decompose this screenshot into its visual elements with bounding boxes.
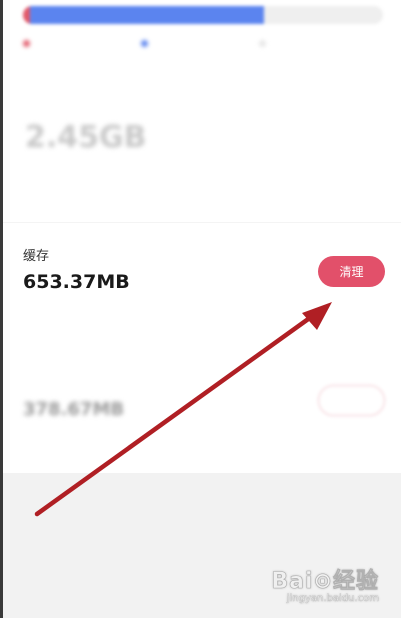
legend-item xyxy=(23,40,35,47)
usage-bar-segment-red xyxy=(23,6,31,24)
watermark-url: jingyan.baidu.com xyxy=(286,593,380,604)
cache-size-value: 653.37MB xyxy=(23,271,130,293)
legend-dot-blue xyxy=(141,40,148,47)
storage-usage-bar xyxy=(23,6,383,24)
clear-cache-button[interactable]: 清理 xyxy=(318,256,385,287)
manage-downloads-button[interactable] xyxy=(318,385,385,416)
watermark: Bai⊙经验 jingyan.baidu.com xyxy=(271,563,379,604)
storage-overview-card: 2.45GB xyxy=(3,0,401,222)
page: 2.45GB 缓存 653.37MB 清理 378.67MB Bai⊙经验 ji… xyxy=(0,0,401,618)
legend-item xyxy=(259,40,271,47)
legend-dot-red xyxy=(23,40,30,47)
usage-bar-segment-blue xyxy=(30,6,265,24)
storage-total-value: 2.45GB xyxy=(25,120,147,155)
cache-title: 缓存 xyxy=(23,249,50,264)
legend-item xyxy=(141,40,153,47)
watermark-logo: Bai⊙经验 xyxy=(271,569,379,595)
storage-detail-card: 缓存 653.37MB 清理 378.67MB xyxy=(3,222,401,473)
usage-legend xyxy=(23,40,383,58)
legend-dot-gray xyxy=(259,40,266,47)
downloads-size-value: 378.67MB xyxy=(23,399,125,420)
